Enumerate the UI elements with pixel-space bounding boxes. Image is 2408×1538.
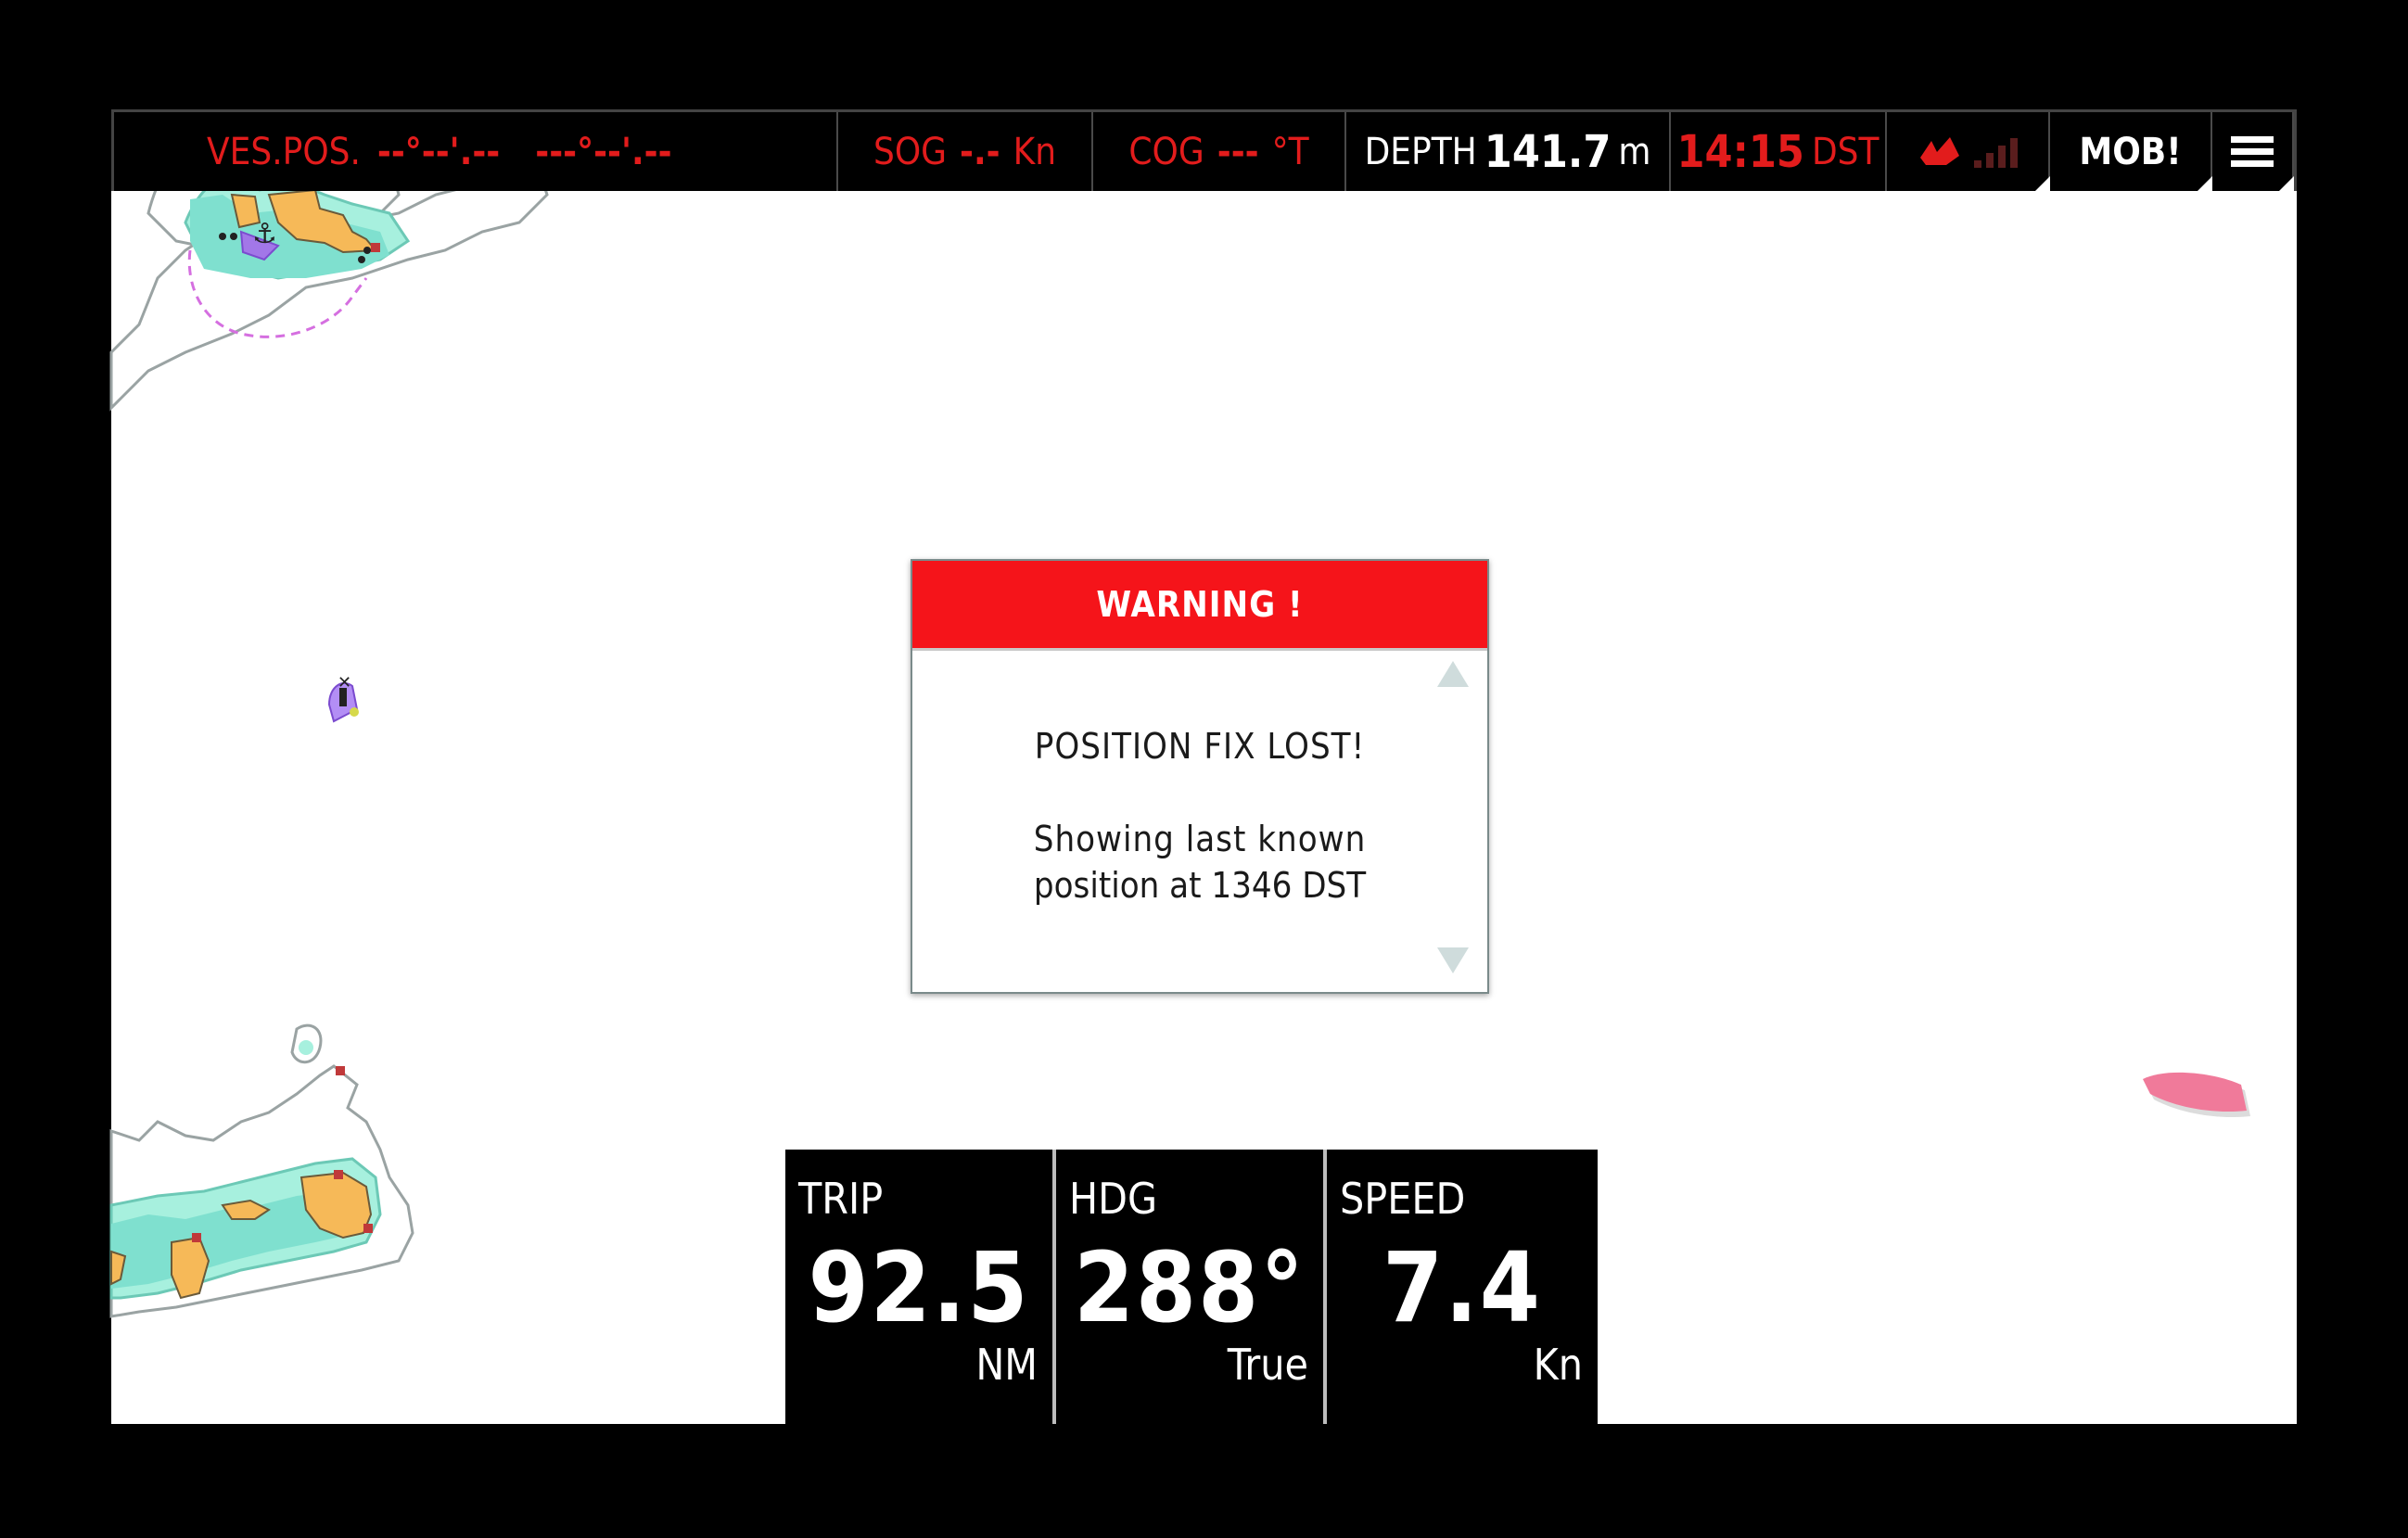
buoy-marker: ✕ bbox=[327, 673, 359, 723]
trip-label: TRIP bbox=[798, 1174, 884, 1224]
status-bar: VES.POS. --°--'.-- ---°--'.-- SOG -.- Kn… bbox=[111, 109, 2297, 193]
dialog-message-line-1: Showing last known bbox=[1033, 819, 1367, 859]
cog-label: COG bbox=[1128, 130, 1204, 173]
depth-label: DEPTH bbox=[1364, 130, 1477, 173]
svg-text:✕: ✕ bbox=[338, 673, 351, 693]
heading-tile[interactable]: HDG 288° True bbox=[1056, 1150, 1327, 1424]
trip-unit: NM bbox=[975, 1340, 1038, 1390]
sailboat-alert-icon bbox=[1919, 136, 1959, 165]
warning-dialog[interactable]: WARNING ! POSITION FIX LOST! Showing las… bbox=[911, 559, 1489, 994]
heading-label: HDG bbox=[1069, 1174, 1158, 1224]
sog-field[interactable]: SOG -.- Kn bbox=[838, 112, 1093, 191]
longitude-value: ---°--'.-- bbox=[535, 130, 672, 173]
mob-label: MOB! bbox=[2079, 130, 2182, 173]
scroll-up-arrow-icon[interactable] bbox=[1437, 661, 1469, 687]
depth-value: 141.7 bbox=[1484, 125, 1612, 178]
dialog-message-title: POSITION FIX LOST! bbox=[1034, 726, 1366, 767]
trip-tile[interactable]: TRIP 92.5 NM bbox=[785, 1150, 1056, 1424]
scroll-down-arrow-icon[interactable] bbox=[1437, 947, 1469, 973]
menu-button[interactable] bbox=[2212, 112, 2294, 193]
speed-tile[interactable]: SPEED 7.4 Kn bbox=[1327, 1150, 1598, 1424]
speed-value: 7.4 bbox=[1382, 1231, 1542, 1344]
time-zone: DST bbox=[1811, 130, 1879, 173]
vessel-position-field[interactable]: VES.POS. --°--'.-- ---°--'.-- bbox=[114, 112, 838, 191]
dialog-body: POSITION FIX LOST! Showing last known po… bbox=[912, 723, 1487, 909]
dialog-message-line-2: position at 1346 DST bbox=[1033, 865, 1367, 906]
coastline-south bbox=[109, 1023, 414, 1318]
latitude-value: --°--'.-- bbox=[376, 130, 501, 173]
vessel-icon[interactable] bbox=[2137, 1066, 2258, 1131]
trip-value: 92.5 bbox=[808, 1231, 1030, 1344]
hamburger-menu-icon bbox=[2231, 131, 2274, 172]
speed-label: SPEED bbox=[1340, 1174, 1466, 1224]
cog-unit: °T bbox=[1271, 130, 1309, 173]
sog-unit: Kn bbox=[1013, 130, 1057, 173]
cog-field[interactable]: COG --- °T bbox=[1093, 112, 1346, 191]
speed-unit: Kn bbox=[1533, 1340, 1583, 1390]
mob-button[interactable]: MOB! bbox=[2050, 112, 2212, 193]
instrument-panel: TRIP 92.5 NM HDG 288° True SPEED 7.4 Kn bbox=[785, 1150, 1598, 1424]
status-indicators[interactable] bbox=[1887, 112, 2050, 193]
dialog-title: WARNING ! bbox=[912, 561, 1487, 651]
heading-unit: True bbox=[1227, 1340, 1308, 1390]
signal-strength-icon bbox=[1973, 136, 2018, 168]
cog-value: --- bbox=[1217, 130, 1259, 173]
time-value: 14:15 bbox=[1676, 125, 1804, 178]
depth-field[interactable]: DEPTH 141.7 m bbox=[1346, 112, 1671, 191]
sog-label: SOG bbox=[873, 130, 948, 173]
heading-value: 288° bbox=[1073, 1231, 1306, 1344]
vessel-position-label: VES.POS. bbox=[207, 130, 361, 173]
svg-text:⚓: ⚓ bbox=[252, 218, 277, 250]
time-field[interactable]: 14:15 DST bbox=[1671, 112, 1887, 191]
sog-value: -.- bbox=[960, 130, 1000, 173]
depth-unit: m bbox=[1618, 130, 1651, 173]
